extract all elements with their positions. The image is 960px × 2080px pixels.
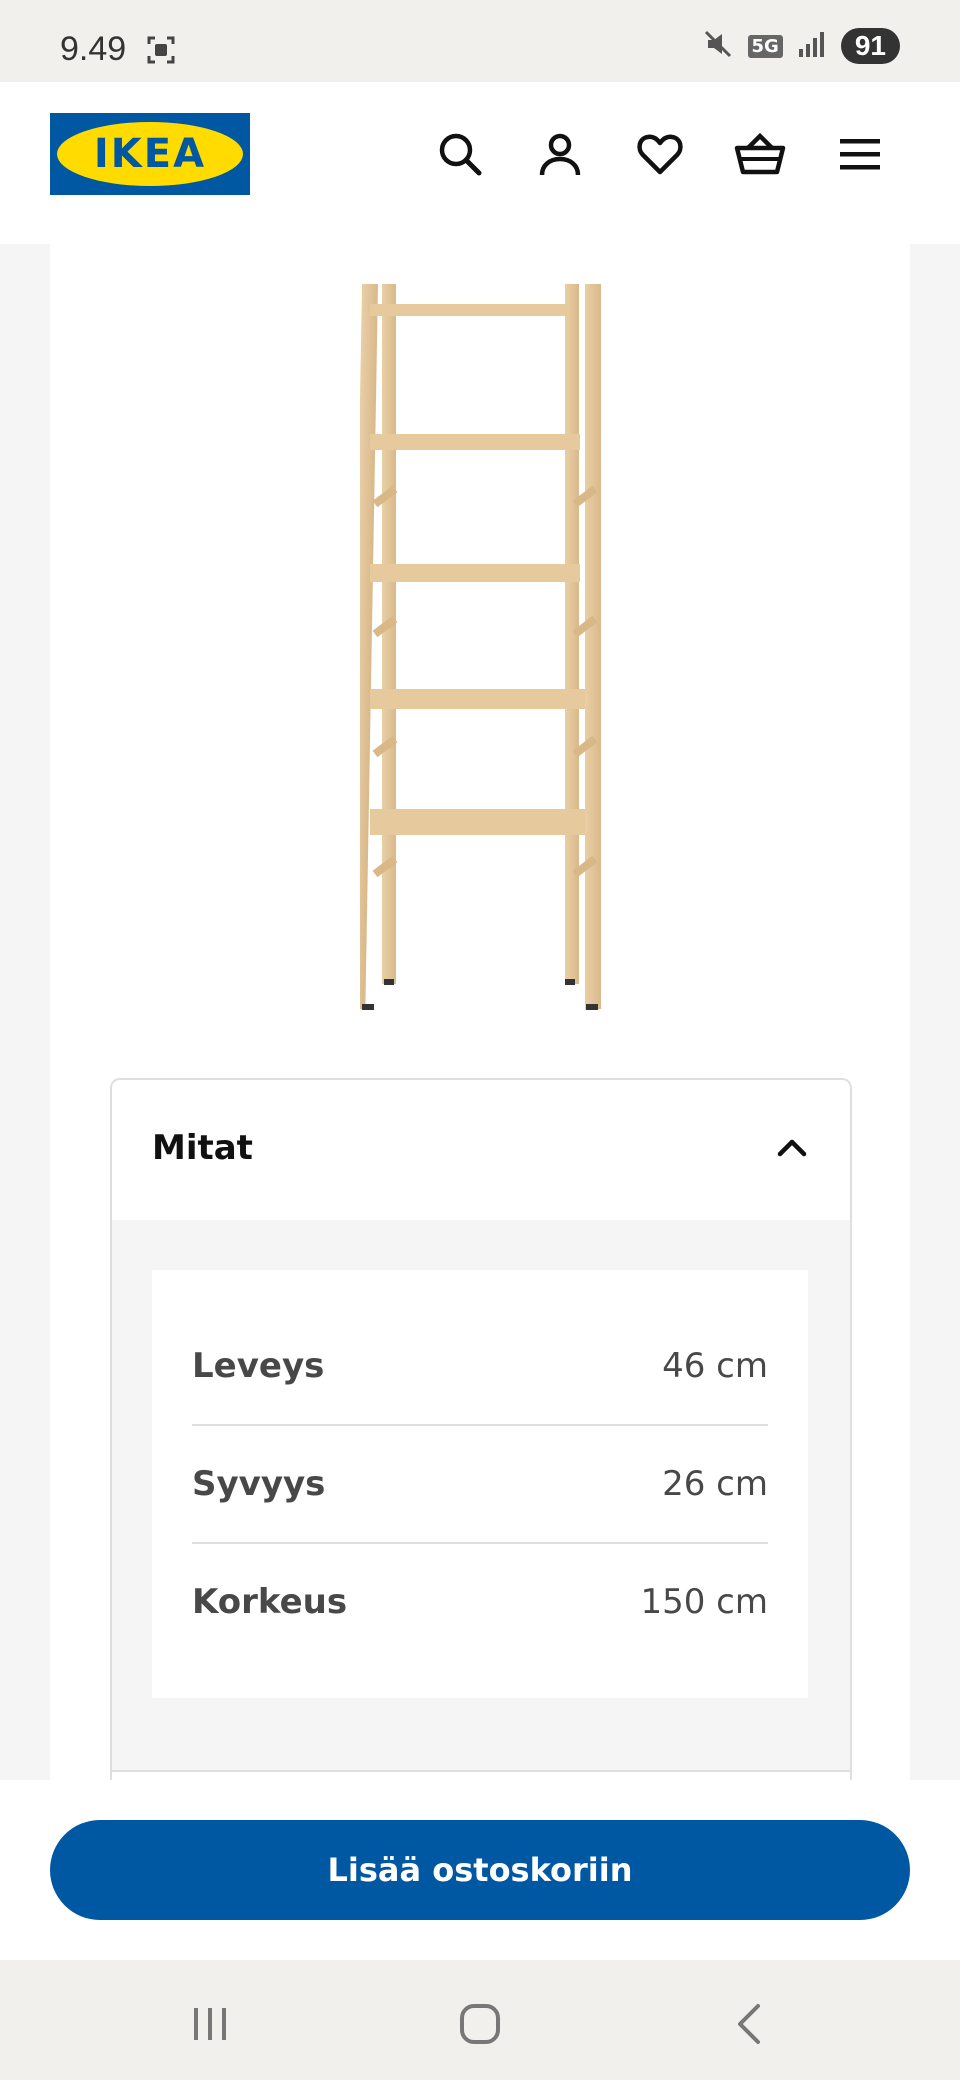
- heart-icon[interactable]: [630, 124, 690, 184]
- recent-apps-icon[interactable]: [180, 1996, 240, 2052]
- battery-indicator: 91: [840, 28, 900, 64]
- dimension-row-depth: Syvyys 26 cm: [192, 1426, 768, 1542]
- search-icon[interactable]: [430, 124, 490, 184]
- chevron-up-icon[interactable]: [774, 1130, 810, 1170]
- network-label: 5G: [747, 34, 783, 58]
- bottom-action-bar: Lisää ostoskoriin: [0, 1780, 960, 1960]
- add-to-cart-button[interactable]: Lisää ostoskoriin: [50, 1820, 910, 1920]
- mute-icon: [702, 28, 734, 64]
- accordion-title: Mitat: [152, 1128, 253, 1168]
- dimension-label: Leveys: [192, 1346, 325, 1386]
- dimension-row-width: Leveys 46 cm: [192, 1308, 768, 1424]
- status-time: 9.49: [60, 30, 127, 68]
- accordion-header[interactable]: Mitat: [112, 1080, 850, 1220]
- product-card: Mitat Leveys 46 cm Syvyys 26 cm Korkeus …: [50, 244, 910, 1800]
- dimensions-accordion: Mitat Leveys 46 cm Syvyys 26 cm Korkeus …: [110, 1078, 852, 1800]
- dimension-row-height: Korkeus 150 cm: [192, 1544, 768, 1660]
- dimension-label: Syvyys: [192, 1464, 326, 1504]
- user-icon[interactable]: [530, 124, 590, 184]
- dimension-value: 46 cm: [662, 1346, 768, 1386]
- screenshot-icon: [145, 34, 177, 70]
- status-bar: 9.49 5G 91: [0, 0, 960, 82]
- product-image: [360, 284, 601, 1010]
- site-header: IKEA: [0, 82, 960, 244]
- dimension-value: 150 cm: [640, 1582, 768, 1622]
- dimensions-table: Leveys 46 cm Syvyys 26 cm Korkeus 150 cm: [152, 1270, 808, 1698]
- system-navigation-bar: [0, 1960, 960, 2080]
- dimension-label: Korkeus: [192, 1582, 348, 1622]
- back-icon[interactable]: [720, 1996, 780, 2052]
- basket-icon[interactable]: [730, 124, 790, 184]
- hamburger-menu-icon[interactable]: [830, 124, 890, 184]
- signal-icon: [797, 29, 827, 63]
- ikea-logo[interactable]: IKEA: [50, 113, 250, 195]
- dimension-value: 26 cm: [662, 1464, 768, 1504]
- home-icon[interactable]: [450, 1996, 510, 2052]
- logo-text: IKEA: [93, 131, 207, 177]
